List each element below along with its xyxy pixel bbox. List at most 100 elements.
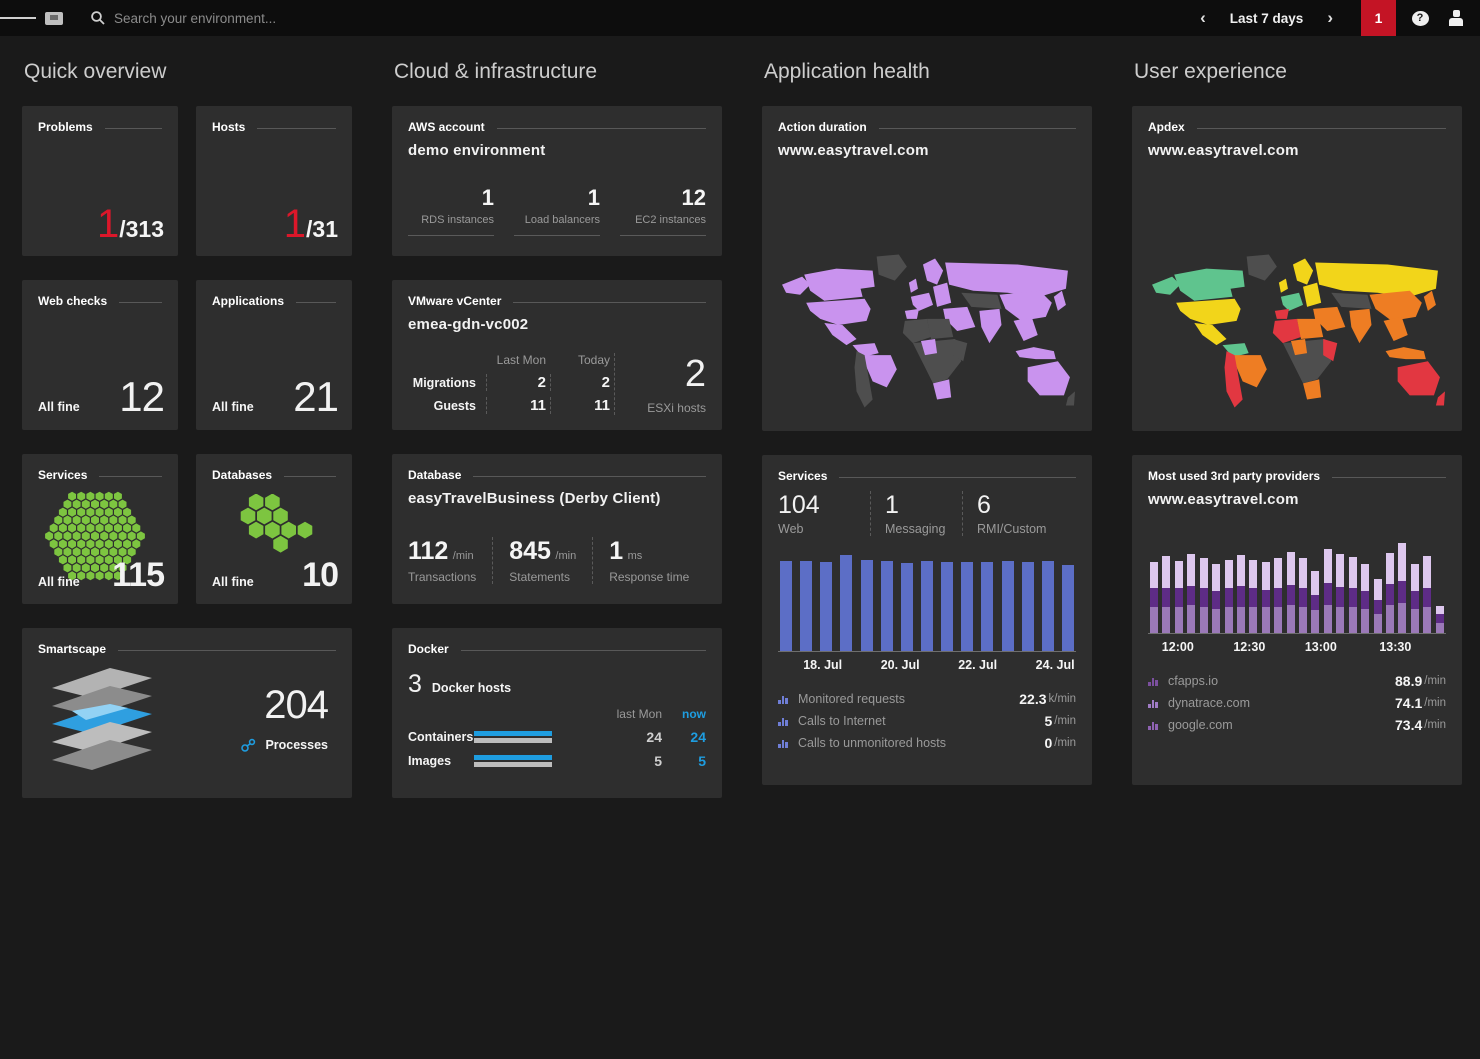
tile-databases[interactable]: Databases All fine 10 [196, 454, 352, 604]
menu-icon[interactable] [0, 0, 36, 36]
databases-count: 10 [302, 558, 338, 592]
help-chat-icon[interactable]: ? [1402, 0, 1438, 36]
tile-label: Applications [212, 294, 284, 308]
vmware-table: Last Mon Today Migrations 2 2 – Guests 1… [408, 353, 614, 415]
process-icon [241, 738, 257, 752]
database-name: easyTravelBusiness (Derby Client) [408, 490, 706, 507]
timeframe-previous-icon[interactable]: ‹ [1186, 8, 1220, 28]
db-stat-transactions: 112 /min Transactions [408, 537, 492, 584]
application-name: www.easytravel.com [778, 142, 1076, 159]
section-title: User experience [1132, 60, 1462, 106]
service-metrics-list: Monitored requests 22.3 k/min Calls to I… [778, 688, 1076, 754]
section-title: Cloud & infrastructure [392, 60, 722, 106]
requests-bar-chart: 18. Jul20. Jul22. Jul24. Jul [778, 552, 1076, 676]
tile-label: Services [778, 469, 827, 483]
metric-row[interactable]: cfapps.io 88.9 /min [1148, 670, 1446, 692]
tile-label: Problems [38, 120, 93, 134]
tile-action-duration[interactable]: Action duration www.easytravel.com [762, 106, 1092, 431]
application-name: www.easytravel.com [1148, 142, 1446, 159]
applications-count: 21 [293, 376, 338, 418]
hosts-total: /31 [306, 216, 338, 243]
timeframe-selector[interactable]: Last 7 days [1220, 11, 1314, 26]
tile-label: Database [408, 468, 461, 482]
db-stat-response-time: 1 ms Response time [592, 537, 705, 584]
search-bar[interactable] [90, 10, 414, 26]
db-stat-statements: 845 /min Statements [492, 537, 592, 584]
docker-table: last Mon now Containers 24 24 Images 5 5 [408, 707, 706, 769]
hosts-problem-count: 1 [284, 204, 306, 244]
svc-stat-web: 104 Web [778, 491, 870, 536]
docker-hosts-label: Docker hosts [432, 681, 511, 695]
column-cloud-infrastructure: Cloud & infrastructure AWS account demo … [392, 60, 722, 822]
column-user-experience: User experience Apdex www.easytravel.com… [1132, 60, 1462, 785]
status-text: All fine [38, 400, 80, 414]
column-application-health: Application health Action duration www.e… [762, 60, 1092, 785]
tile-label: VMware vCenter [408, 294, 501, 308]
services-count: 115 [112, 558, 164, 592]
tile-label: Services [38, 468, 87, 482]
bar-chart-icon [778, 738, 790, 748]
tile-label: Docker [408, 642, 449, 656]
process-count: 204 [241, 683, 328, 728]
metric-row[interactable]: google.com 73.4 /min [1148, 714, 1446, 736]
tile-docker[interactable]: Docker 3 Docker hosts last Mon now Conta… [392, 628, 722, 798]
providers-list: cfapps.io 88.9 /min dynatrace.com 74.1 /… [1148, 670, 1446, 736]
metric-row[interactable]: Calls to Internet 5 /min [778, 710, 1076, 732]
status-text: All fine [212, 575, 254, 589]
section-title: Application health [762, 60, 1092, 106]
section-title: Quick overview [22, 60, 352, 106]
docker-hosts-count: 3 [408, 670, 422, 699]
search-input[interactable] [114, 11, 414, 26]
action-duration-world-map [776, 243, 1078, 421]
column-quick-overview: Quick overview Problems 1/313 Hosts 1/31… [22, 60, 352, 822]
tile-label: Databases [212, 468, 272, 482]
containers-bar [474, 731, 560, 743]
problems-open-count: 1 [97, 204, 119, 244]
tile-problems[interactable]: Problems 1/313 [22, 106, 178, 256]
search-icon [90, 10, 106, 26]
process-unit-label: Processes [265, 738, 328, 752]
metric-row[interactable]: Monitored requests 22.3 k/min [778, 688, 1076, 710]
tile-applications[interactable]: Applications All fine 21 [196, 280, 352, 430]
images-bar [474, 755, 560, 767]
bar-chart-icon [778, 716, 790, 726]
svc-stat-messaging: 1 Messaging [870, 491, 962, 536]
tile-hosts[interactable]: Hosts 1/31 [196, 106, 352, 256]
metric-row[interactable]: dynatrace.com 74.1 /min [1148, 692, 1446, 714]
tile-label: Hosts [212, 120, 245, 134]
top-navigation-bar: ‹ Last 7 days › 1 ? [0, 0, 1480, 36]
dashboard-icon[interactable] [36, 0, 72, 36]
problems-total: /313 [119, 216, 164, 243]
web-checks-count: 12 [119, 376, 164, 418]
tile-services[interactable]: Services All fine 115 [22, 454, 178, 604]
aws-account-name: demo environment [408, 142, 706, 159]
problem-count-badge[interactable]: 1 [1361, 0, 1396, 36]
user-profile-icon[interactable] [1438, 0, 1474, 36]
status-text: All fine [212, 400, 254, 414]
tile-database[interactable]: Database easyTravelBusiness (Derby Clien… [392, 454, 722, 604]
tile-label: Action duration [778, 120, 867, 134]
tile-web-checks[interactable]: Web checks All fine 12 [22, 280, 178, 430]
tile-label: Smartscape [38, 642, 106, 656]
aws-stat-ec2: 12 EC2 instances [620, 185, 706, 236]
smartscape-layers-icon [38, 662, 188, 772]
aws-stat-rds: 1 RDS instances [408, 185, 494, 236]
tile-smartscape[interactable]: Smartscape 204 [22, 628, 352, 798]
tile-label: Most used 3rd party providers [1148, 469, 1320, 483]
dashboard: Quick overview Problems 1/313 Hosts 1/31… [0, 36, 1480, 779]
timeframe-next-icon[interactable]: › [1313, 8, 1347, 28]
tile-vmware-vcenter[interactable]: VMware vCenter emea-gdn-vc002 Last Mon T… [392, 280, 722, 430]
tile-3rd-party-providers[interactable]: Most used 3rd party providers www.easytr… [1132, 455, 1462, 785]
status-text: All fine [38, 575, 80, 589]
tile-apdex[interactable]: Apdex www.easytravel.com [1132, 106, 1462, 431]
bar-chart-icon [1148, 698, 1160, 708]
tile-label: Apdex [1148, 120, 1185, 134]
aws-stat-load-balancers: 1 Load balancers [514, 185, 600, 236]
tile-label: Web checks [38, 294, 107, 308]
tile-aws-account[interactable]: AWS account demo environment 1 RDS insta… [392, 106, 722, 256]
bar-chart-icon [1148, 676, 1160, 686]
tile-services-health[interactable]: Services 104 Web 1 Messaging 6 RMI/Custo… [762, 455, 1092, 785]
application-name: www.easytravel.com [1148, 491, 1446, 508]
providers-stacked-chart: 12:0012:3013:0013:30 [1148, 534, 1446, 658]
metric-row[interactable]: Calls to unmonitored hosts 0 /min [778, 732, 1076, 754]
